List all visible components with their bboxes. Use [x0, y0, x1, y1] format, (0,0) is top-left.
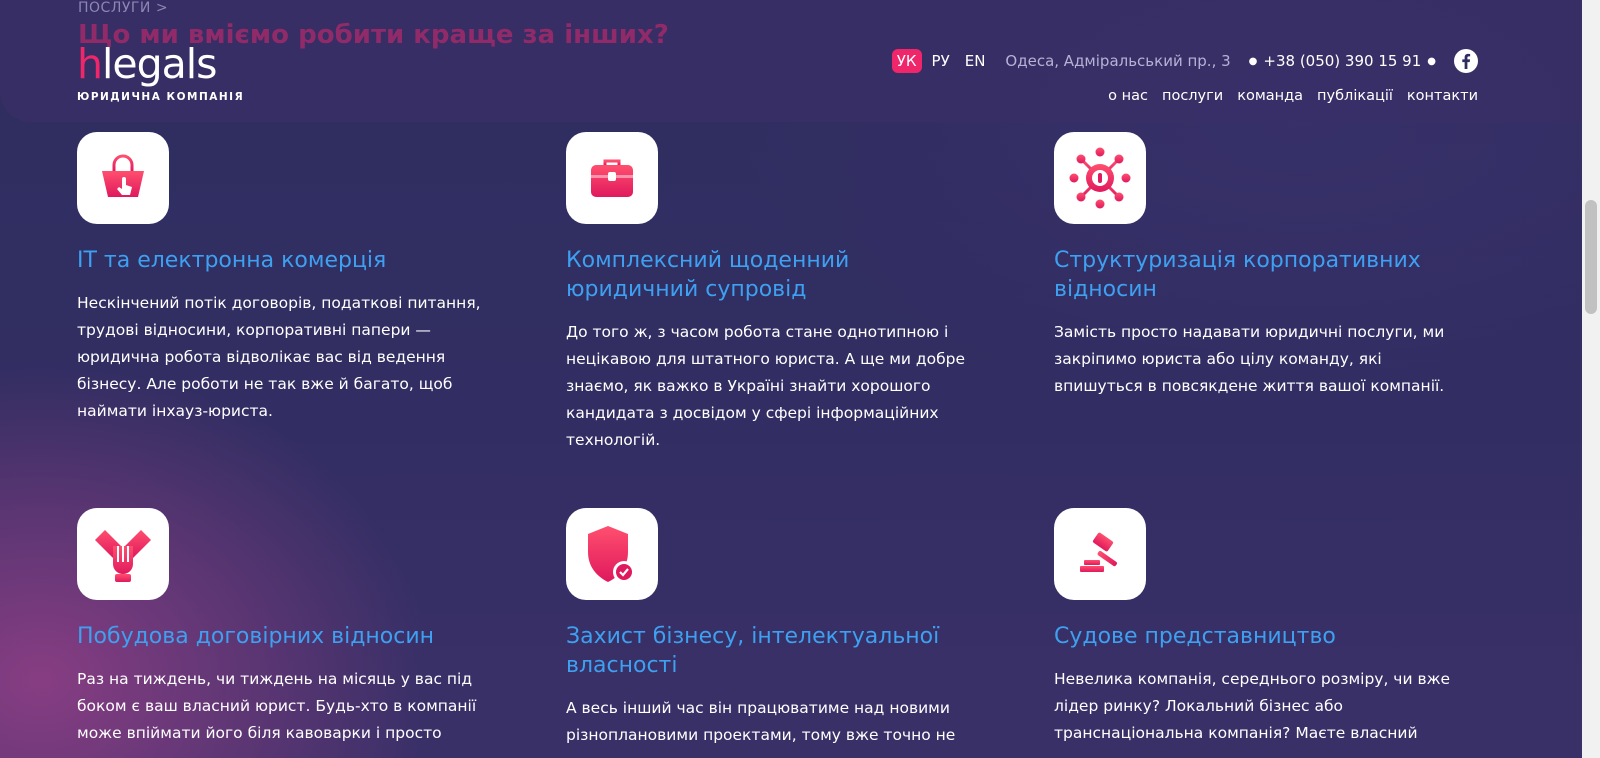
address: Одеса, Адміральський пр., 3 — [1005, 52, 1231, 70]
service-description: Раз на тиждень, чи тиждень на місяць у в… — [77, 670, 477, 742]
network-icon — [1069, 147, 1131, 209]
service-icon-box — [77, 132, 169, 224]
separator-dot: ● — [1248, 55, 1258, 67]
service-card-corporate[interactable]: Структуризація корпоративних відносин За… — [1054, 132, 1464, 400]
service-description: Невелика компанія, середнього розміру, ч… — [1054, 670, 1451, 742]
service-description: Замість просто надавати юридичні послуги… — [1054, 323, 1445, 395]
service-title[interactable]: Побудова договірних відносин — [77, 622, 487, 651]
separator-dot: ● — [1427, 55, 1436, 67]
top-bar: УК РУ EN Одеса, Адміральський пр., 3 ● +… — [891, 49, 1478, 73]
service-icon-box — [566, 132, 658, 224]
service-description: Нескінчений потік договорів, податкові п… — [77, 294, 481, 420]
nav-services[interactable]: послуги — [1162, 88, 1223, 104]
page-scrollbar[interactable] — [1582, 0, 1600, 758]
gavel-icon — [1080, 532, 1117, 572]
service-card-it[interactable]: IT та електронна комерція Нескінчений по… — [77, 132, 487, 425]
service-card-contracts[interactable]: Побудова договірних відносин Раз на тижд… — [77, 508, 487, 747]
service-card-ip[interactable]: Захист бізнесу, інтелектуальної власност… — [566, 508, 976, 749]
briefcase-icon — [591, 159, 633, 197]
service-title[interactable]: Комплексний щоденний юридичний супровід — [566, 246, 976, 304]
nav-about[interactable]: о нас — [1108, 88, 1148, 104]
service-icon-box — [566, 508, 658, 600]
service-card-support[interactable]: Комплексний щоденний юридичний супровід … — [566, 132, 976, 454]
service-title[interactable]: Судове представництво — [1054, 622, 1464, 651]
service-icon-box — [1054, 132, 1146, 224]
service-title[interactable]: IT та електронна комерція — [77, 246, 487, 275]
breadcrumb[interactable]: ПОСЛУГИ > — [78, 0, 168, 16]
nav-contacts[interactable]: контакти — [1407, 88, 1478, 104]
logo-wordmark: hlegals — [77, 40, 218, 88]
nav-publications[interactable]: публікації — [1317, 88, 1393, 104]
lang-en[interactable]: EN — [960, 49, 991, 73]
nav-team[interactable]: команда — [1237, 88, 1303, 104]
service-title[interactable]: Захист бізнесу, інтелектуальної власност… — [566, 622, 976, 680]
service-description: До того ж, з часом робота стане однотипн… — [566, 323, 966, 449]
facebook-icon[interactable] — [1454, 49, 1478, 73]
service-title[interactable]: Структуризація корпоративних відносин — [1054, 246, 1464, 304]
lang-uk[interactable]: УК — [891, 49, 922, 73]
shield-check-icon — [588, 526, 635, 583]
company-logo[interactable]: hlegals ЮРИДИЧНА КОМПАНІЯ — [77, 40, 245, 104]
main-nav: о нас послуги команда публікації контакт… — [1108, 88, 1478, 104]
service-icon-box — [77, 508, 169, 600]
logo-subtitle: ЮРИДИЧНА КОМПАНІЯ — [77, 91, 245, 103]
scrollbar-thumb[interactable] — [1585, 200, 1597, 314]
handshake-icon — [95, 530, 151, 582]
service-description: А весь інший час він працюватиме над нов… — [566, 699, 956, 744]
lang-ru[interactable]: РУ — [927, 49, 955, 73]
service-card-court[interactable]: Судове представництво Невелика компанія,… — [1054, 508, 1464, 747]
phone-link[interactable]: +38 (050) 390 15 91 — [1263, 52, 1421, 70]
service-icon-box — [1054, 508, 1146, 600]
shopping-basket-icon — [102, 154, 144, 197]
